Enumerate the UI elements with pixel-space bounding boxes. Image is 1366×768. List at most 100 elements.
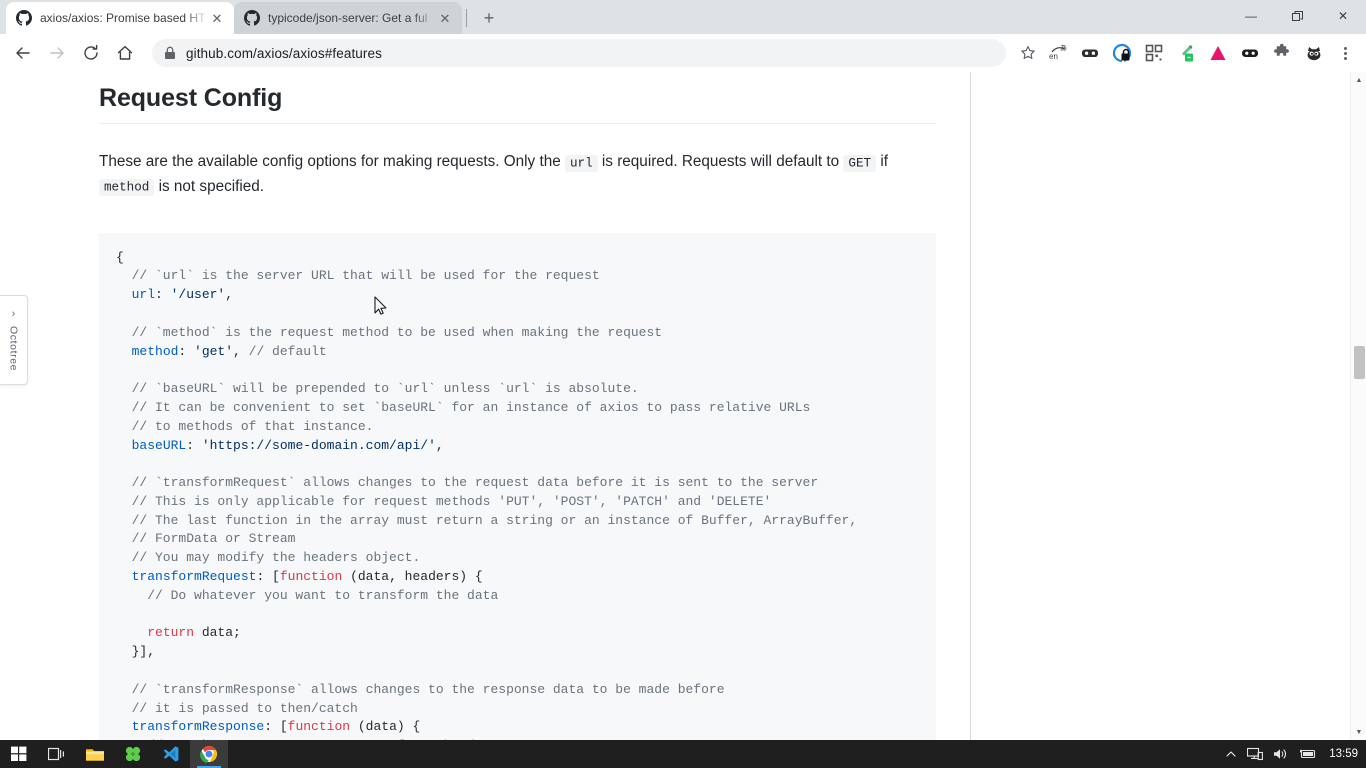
code-token: // `transformResponse` allows changes to… — [116, 681, 725, 697]
puzzle-extensions-icon[interactable] — [1268, 39, 1296, 67]
intro-text-3: if — [876, 153, 888, 170]
code-token: method — [131, 343, 179, 359]
tab-strip: axios/axios: Promise based HT ✕ typicode… — [0, 0, 1366, 34]
clover-explorer-icon[interactable] — [114, 740, 152, 768]
network-icon[interactable] — [1247, 747, 1264, 761]
chevron-up-icon[interactable] — [1225, 748, 1237, 760]
code-token: // `transformRequest` allows changes to … — [116, 475, 819, 491]
task-view-icon[interactable] — [38, 740, 76, 768]
battery-icon[interactable] — [1299, 748, 1317, 760]
code-token: // Do whatever you want to transform the… — [116, 587, 499, 603]
code-token: // `baseURL` will be prepended to `url` … — [116, 381, 639, 397]
code-token: // `method` is the request method to be … — [116, 324, 663, 340]
code-token: , — [233, 343, 249, 359]
tab-separator — [466, 9, 467, 27]
readme-content: Request Config These are the available c… — [99, 72, 936, 740]
code-token: // default — [248, 343, 327, 359]
intro-paragraph: These are the available config options f… — [99, 150, 921, 200]
windows-taskbar: 13:59 — [0, 740, 1366, 768]
code-token: : [ — [264, 719, 288, 735]
taskbar-clock[interactable]: 13:59 — [1329, 748, 1358, 760]
mask-extension-icon[interactable] — [1076, 39, 1104, 67]
browser-tab-axios[interactable]: axios/axios: Promise based HT ✕ — [6, 2, 234, 34]
tab-title: typicode/json-server: Get a ful — [268, 11, 428, 25]
eyedropper-icon[interactable] — [1172, 39, 1200, 67]
octotree-label: Octotree — [7, 325, 20, 372]
minimize-button[interactable]: — — [1228, 0, 1274, 32]
address-bar[interactable]: github.com/axios/axios#features — [152, 39, 1006, 67]
content-right-border — [970, 72, 971, 740]
scrollbar-thumb[interactable] — [1354, 346, 1365, 379]
file-explorer-icon[interactable] — [76, 740, 114, 768]
code-token: // You may modify the headers object. — [116, 550, 421, 566]
scroll-up-arrow-icon[interactable]: ▲ — [1351, 72, 1366, 88]
close-icon[interactable]: ✕ — [208, 9, 226, 27]
translate-extension-icon[interactable]: en あ — [1044, 39, 1072, 67]
adobe-acrobat-icon[interactable] — [1204, 39, 1232, 67]
star-icon[interactable] — [1014, 39, 1042, 67]
github-icon — [244, 10, 260, 26]
code-token: : — [155, 287, 171, 303]
inline-code-method: method — [99, 179, 155, 197]
close-icon[interactable]: ✕ — [436, 9, 454, 27]
code-token: : — [186, 437, 202, 453]
request-config-code-block: { // `url` is the server URL that will b… — [99, 232, 936, 740]
maximize-button[interactable] — [1274, 0, 1320, 32]
code-token: transformRequest — [131, 569, 257, 585]
code-token: }], — [116, 644, 156, 660]
code-token: 'https://some-domain.com/api/' — [201, 437, 436, 453]
code-token: return — [147, 625, 195, 641]
close-window-button[interactable]: ✕ — [1320, 0, 1366, 32]
intro-text-4: is not specified. — [154, 177, 265, 195]
octotree-sidebar-toggle[interactable]: › Octotree — [0, 295, 28, 385]
tab-title: axios/axios: Promise based HT — [40, 11, 206, 25]
page-scrollbar[interactable]: ▲ ▼ — [1350, 72, 1366, 740]
code-token: : — [178, 343, 195, 359]
volume-icon[interactable] — [1273, 747, 1289, 761]
browser-window: axios/axios: Promise based HT ✕ typicode… — [0, 0, 1366, 740]
windows-start-icon[interactable] — [0, 740, 38, 768]
dark-reader-icon[interactable] — [1236, 39, 1264, 67]
page-title: Request Config — [99, 72, 936, 124]
github-icon — [16, 10, 32, 26]
privacy-badger-icon[interactable] — [1108, 39, 1136, 67]
home-icon[interactable] — [110, 38, 140, 68]
svg-text:en: en — [1049, 52, 1058, 61]
reload-icon[interactable] — [76, 38, 106, 68]
forward-arrow-icon[interactable] — [42, 38, 72, 68]
vs-code-icon[interactable] — [152, 740, 190, 768]
new-tab-button[interactable]: + — [475, 4, 503, 32]
intro-text-1: These are the available config options f… — [99, 153, 565, 170]
cat-extension-icon[interactable] — [1300, 39, 1328, 67]
code-token: url — [131, 287, 156, 303]
window-controls: — ✕ — [1228, 0, 1366, 32]
chevron-right-icon: › — [11, 307, 16, 320]
scroll-down-arrow-icon[interactable]: ▼ — [1351, 724, 1366, 740]
code-token: // `url` is the server URL that will be … — [116, 268, 600, 284]
code-token: // This is only applicable for request m… — [116, 493, 772, 509]
three-dot-menu-icon[interactable] — [1332, 39, 1358, 67]
code-token: // to methods of that instance. — [116, 418, 374, 434]
system-tray: 13:59 — [1225, 740, 1366, 768]
inline-code-get: GET — [843, 154, 877, 172]
code-token: function — [287, 719, 351, 735]
code-token: // The last function in the array must r… — [116, 512, 858, 528]
inline-code-url: url — [564, 154, 598, 172]
code-token: , — [225, 287, 234, 303]
mouse-cursor — [374, 296, 387, 315]
qr-code-icon[interactable] — [1140, 39, 1168, 67]
code-token: (data, headers) { — [342, 569, 483, 585]
code-token: function — [279, 569, 343, 585]
google-chrome-icon[interactable] — [190, 740, 228, 768]
svg-text:あ: あ — [1060, 44, 1067, 52]
back-arrow-icon[interactable] — [8, 38, 38, 68]
taskbar-items — [0, 740, 228, 768]
browser-tab-json-server[interactable]: typicode/json-server: Get a ful ✕ — [234, 2, 462, 34]
code-token: transformResponse — [131, 719, 265, 735]
